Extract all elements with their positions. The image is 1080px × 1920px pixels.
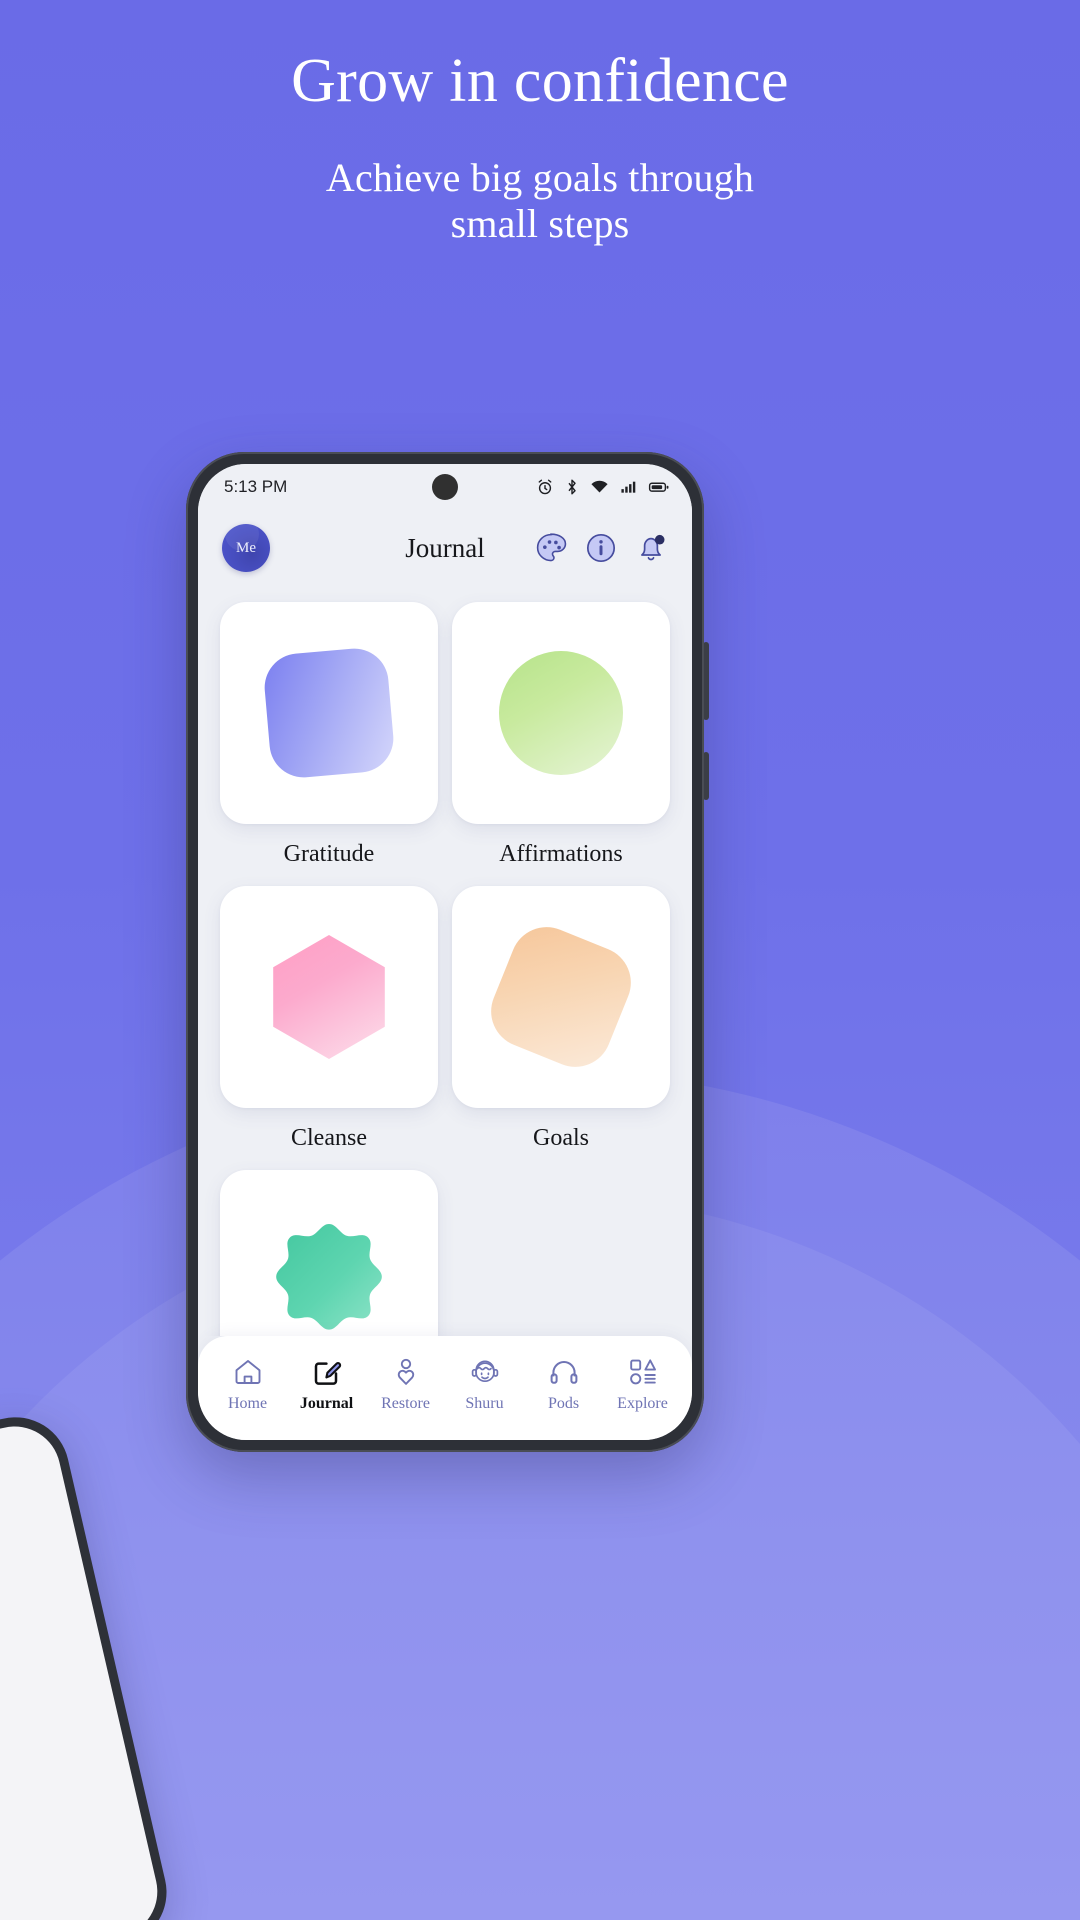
affirmations-blob-icon (499, 651, 623, 775)
nav-item-pods[interactable]: Pods (527, 1356, 601, 1413)
cleanse-blob-icon (273, 935, 385, 1059)
battery-icon (648, 482, 669, 492)
nav-label: Pods (547, 1394, 580, 1412)
avatar[interactable]: Me (222, 524, 270, 572)
journal-card-grid: Gratitude Affirmations Cleanse Goals (198, 586, 692, 1336)
status-bar-time: 5:13 PM (224, 477, 288, 496)
bottom-navigation-bar: Home Journal Restore Shuru Pods Explore (198, 1336, 692, 1440)
nav-label: Explore (617, 1394, 668, 1412)
avatar-label: Me (236, 539, 256, 556)
journal-card-gratitude[interactable]: Gratitude (220, 602, 438, 868)
nav-item-restore[interactable]: Restore (369, 1356, 443, 1413)
gratitude-blob-icon (261, 645, 397, 781)
cellular-signal-icon (621, 481, 636, 493)
nav-label: Home (227, 1394, 268, 1412)
journal-pencil-icon (314, 1361, 341, 1385)
card-surface[interactable] (220, 1170, 438, 1336)
card-label: Goals (533, 1125, 589, 1151)
headphones-icon (550, 1360, 577, 1384)
front-camera-punch-hole (432, 474, 458, 500)
phone-mockup: 5:13 PM Me Journal Gratitude Affirmation… (186, 452, 709, 1452)
phone-power-button (703, 752, 709, 800)
journal-card-goals[interactable]: Goals (452, 886, 670, 1152)
card-surface[interactable] (452, 602, 670, 824)
promo-headline-block: Grow in confidence Achieve big goals thr… (0, 48, 1080, 247)
goals-blob-icon (480, 916, 642, 1078)
card-label: Affirmations (499, 841, 623, 867)
nav-label: Restore (381, 1394, 430, 1412)
info-icon[interactable] (584, 531, 618, 565)
journal-card-affirmations[interactable]: Affirmations (452, 602, 670, 868)
phone-volume-button (703, 642, 709, 720)
journal-card-fifth[interactable] (220, 1170, 438, 1336)
card-surface[interactable] (220, 886, 438, 1108)
journal-card-cleanse[interactable]: Cleanse (220, 886, 438, 1152)
nav-label: Journal (299, 1394, 354, 1412)
header-actions (534, 531, 668, 565)
bell-icon[interactable] (634, 531, 668, 565)
status-bar: 5:13 PM (198, 464, 692, 510)
promo-subtitle-line-2: small steps (450, 200, 630, 246)
nav-label: Shuru (465, 1394, 504, 1412)
card-surface[interactable] (220, 602, 438, 824)
restore-person-icon (397, 1358, 414, 1385)
promo-title: Grow in confidence (291, 47, 789, 115)
home-icon (235, 1359, 260, 1384)
wifi-icon (591, 480, 608, 493)
card-label: Gratitude (283, 841, 375, 867)
card-surface[interactable] (452, 886, 670, 1108)
nav-item-explore[interactable]: Explore (606, 1356, 680, 1413)
alarm-icon (538, 479, 552, 495)
status-bar-icons (536, 464, 670, 510)
nav-item-journal[interactable]: Journal (290, 1356, 364, 1413)
shuru-face-headphones-icon (471, 1360, 498, 1382)
promo-subtitle-line-1: Achieve big goals through (325, 154, 755, 200)
explore-shapes-icon (629, 1358, 656, 1384)
phone-screen: 5:13 PM Me Journal Gratitude Affirmation… (198, 464, 692, 1440)
star-blob-icon (276, 1223, 382, 1330)
app-header: Me Journal (198, 510, 692, 586)
card-label: Cleanse (291, 1125, 367, 1151)
promo-subtitle: Achieve big goals through small steps (0, 155, 1080, 247)
bell-badge (654, 534, 665, 545)
palette-icon[interactable] (534, 531, 568, 565)
nav-item-shuru[interactable]: Shuru (448, 1356, 522, 1413)
nav-item-home[interactable]: Home (211, 1356, 285, 1413)
bluetooth-icon (568, 479, 576, 495)
